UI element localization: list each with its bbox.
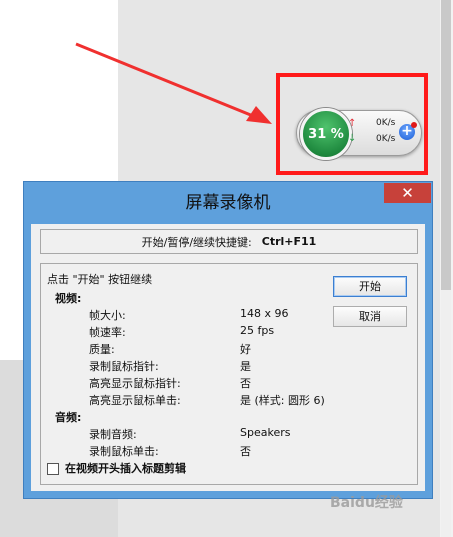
frame-size-value: 148 x 96 — [240, 307, 289, 320]
highlight-pointer-label: 高亮显示鼠标指针: — [89, 377, 181, 390]
dialog-body: 开始/暂停/继续快捷键: Ctrl+F11 点击 "开始" 按钮继续 开始 取消… — [31, 224, 425, 491]
frame-rate-value: 25 fps — [240, 324, 275, 337]
quality-label: 质量: — [89, 343, 115, 356]
title-clip-option[interactable]: 在视频开头插入标题剪辑 — [47, 460, 186, 476]
cpu-gauge[interactable]: 31 % — [300, 108, 352, 160]
gauge-percent: 31 % — [308, 126, 344, 142]
upload-speed: 0K/s — [376, 118, 396, 128]
record-pointer-value: 是 — [240, 360, 251, 373]
upload-arrow-icon: ↑ — [348, 118, 357, 129]
notification-dot — [411, 122, 417, 128]
frame-size-label: 帧大小: — [89, 309, 126, 322]
title-clip-checkbox[interactable] — [47, 463, 59, 475]
highlight-click-value: 是 (样式: 圆形 6) — [240, 394, 325, 407]
close-button[interactable]: ✕ — [384, 183, 431, 203]
hotkey-value: Ctrl+F11 — [261, 235, 317, 248]
title-bar[interactable]: 屏幕录像机 ✕ — [24, 182, 432, 224]
video-section-heading: 视频: — [55, 292, 82, 305]
record-click-value: 否 — [240, 445, 251, 458]
download-arrow-icon: ↓ — [348, 133, 357, 144]
dialog-title: 屏幕录像机 — [185, 193, 271, 213]
record-audio-label: 录制音频: — [89, 428, 137, 441]
hint-text: 点击 "开始" 按钮继续 — [47, 273, 153, 286]
download-speed: 0K/s — [376, 134, 396, 144]
cancel-button[interactable]: 取消 — [333, 306, 407, 327]
hotkey-label: 开始/暂停/继续快捷键: — [141, 235, 252, 249]
record-click-label: 录制鼠标单击: — [89, 445, 159, 458]
audio-section-heading: 音频: — [55, 411, 82, 424]
hotkey-info: 开始/暂停/继续快捷键: Ctrl+F11 — [40, 229, 418, 254]
baidu-watermark: Baidu经验 — [330, 495, 403, 511]
start-button[interactable]: 开始 — [333, 276, 407, 297]
title-clip-label: 在视频开头插入标题剪辑 — [65, 462, 186, 475]
screen-recorder-dialog: 屏幕录像机 ✕ 开始/暂停/继续快捷键: Ctrl+F11 点击 "开始" 按钮… — [23, 181, 433, 499]
highlight-click-label: 高亮显示鼠标单击: — [89, 394, 181, 407]
settings-panel: 点击 "开始" 按钮继续 开始 取消 视频: 帧大小: 148 x 96 帧速率… — [40, 263, 418, 485]
highlight-pointer-value: 否 — [240, 377, 251, 390]
quality-value: 好 — [240, 343, 251, 356]
frame-rate-label: 帧速率: — [89, 326, 126, 339]
record-audio-value: Speakers — [240, 426, 291, 439]
close-icon: ✕ — [401, 184, 414, 202]
record-pointer-label: 录制鼠标指针: — [89, 360, 159, 373]
